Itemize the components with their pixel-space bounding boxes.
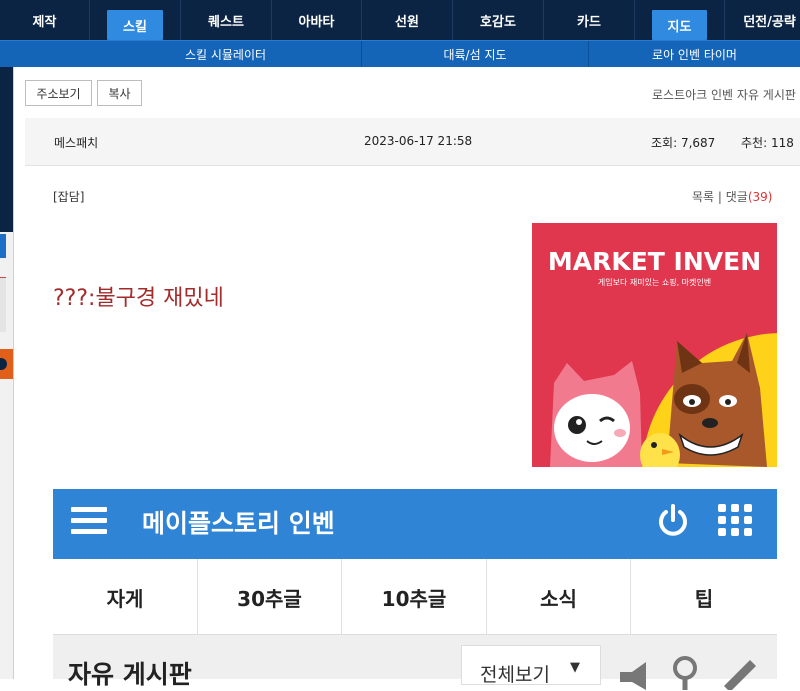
nav-tab-card[interactable]: 카드: [544, 0, 635, 40]
market-inven-ad[interactable]: MARKET INVEN 게임보다 재미있는 쇼핑, 마켓인벤: [532, 223, 777, 467]
nav-tab-rapport[interactable]: 호감도: [453, 0, 544, 40]
post-recommend: 추천: 118: [741, 134, 794, 151]
grid-menu-icon[interactable]: [716, 502, 756, 538]
post-datetime: 2023-06-17 21:58: [364, 134, 473, 148]
mobile-tab-news[interactable]: 소식: [487, 559, 631, 635]
post-category: [잡담]: [53, 190, 85, 204]
mobile-board-tools: [620, 656, 756, 690]
pencil-icon[interactable]: [724, 660, 756, 690]
mobile-board-title: 자유 게시판: [68, 660, 192, 689]
ad-mascot-illustration: [550, 333, 777, 467]
short-url-button[interactable]: 주소보기: [25, 80, 92, 106]
nav-tab-skill[interactable]: 스킬: [90, 0, 181, 40]
subnav-skill-simulator[interactable]: 스킬 시뮬레이터: [90, 41, 362, 67]
comments-link[interactable]: 댓글(39): [726, 190, 773, 204]
top-nav: 제작 스킬 퀘스트 아바타 선원 호감도 카드 지도 던전/공략: [0, 0, 800, 40]
list-link[interactable]: 목록: [692, 190, 714, 204]
search-icon[interactable]: [673, 656, 697, 690]
subnav-continent-map[interactable]: 대륙/섬 지도: [362, 41, 589, 67]
comments-label: 댓글: [725, 190, 748, 204]
mobile-tab-30[interactable]: 30추글: [198, 559, 342, 635]
nav-tab-map[interactable]: 지도: [635, 0, 725, 40]
comments-count: (39): [747, 190, 773, 204]
recommend-value: 118: [770, 136, 794, 150]
power-icon[interactable]: [656, 503, 690, 537]
views-value: 7,687: [680, 136, 716, 150]
mobile-tab-free[interactable]: 자게: [53, 559, 198, 635]
mobile-filter-value: 전체보기: [480, 664, 550, 686]
left-side-strip: [0, 67, 14, 679]
hamburger-menu-icon[interactable]: [69, 501, 109, 541]
post-header: 메스패치 2023-06-17 21:58 조회: 7,687 추천: 118: [25, 118, 800, 166]
mobile-tab-tips[interactable]: 팁: [631, 559, 777, 635]
nav-tab-quest[interactable]: 퀘스트: [181, 0, 272, 40]
left-strip-dark-block: [0, 67, 13, 232]
recommend-label: 추천:: [741, 136, 768, 150]
copy-button[interactable]: 복사: [97, 80, 142, 106]
nav-tab-avatar[interactable]: 아바타: [272, 0, 362, 40]
nav-tab-dungeon[interactable]: 던전/공략: [725, 0, 800, 40]
left-strip-orange-block: [0, 349, 13, 379]
mobile-site-title: 메이플스토리 인벤: [142, 509, 335, 538]
board-name-link[interactable]: 로스트아크 인벤 자유 게시판: [652, 86, 796, 103]
subnav-inven-timer[interactable]: 로아 인벤 타이머: [589, 41, 800, 67]
mobile-tab-10[interactable]: 10추글: [342, 559, 487, 635]
left-strip-grey-block: [0, 277, 6, 332]
post-links: 목록 | 댓글(39): [692, 190, 773, 204]
post-views: 조회: 7,687: [651, 134, 715, 151]
mobile-filter-select[interactable]: 전체보기 ▼: [461, 645, 601, 686]
nav-tab-crew[interactable]: 선원: [362, 0, 453, 40]
views-label: 조회:: [651, 136, 678, 150]
circle-icon: [0, 358, 7, 370]
mobile-tabs: 자게 30추글 10추글 소식 팁: [53, 559, 777, 635]
chevron-down-icon: ▼: [570, 660, 580, 675]
post-author[interactable]: 메스패치: [54, 134, 98, 151]
nav-tab-craft[interactable]: 제작: [0, 0, 90, 40]
megaphone-icon[interactable]: [620, 662, 646, 690]
left-strip-blue-block: [0, 234, 6, 258]
post-body-text: ???:불구경 재밌네: [53, 286, 224, 311]
sub-nav: 스킬 시뮬레이터 대륙/섬 지도 로아 인벤 타이머: [0, 40, 800, 67]
